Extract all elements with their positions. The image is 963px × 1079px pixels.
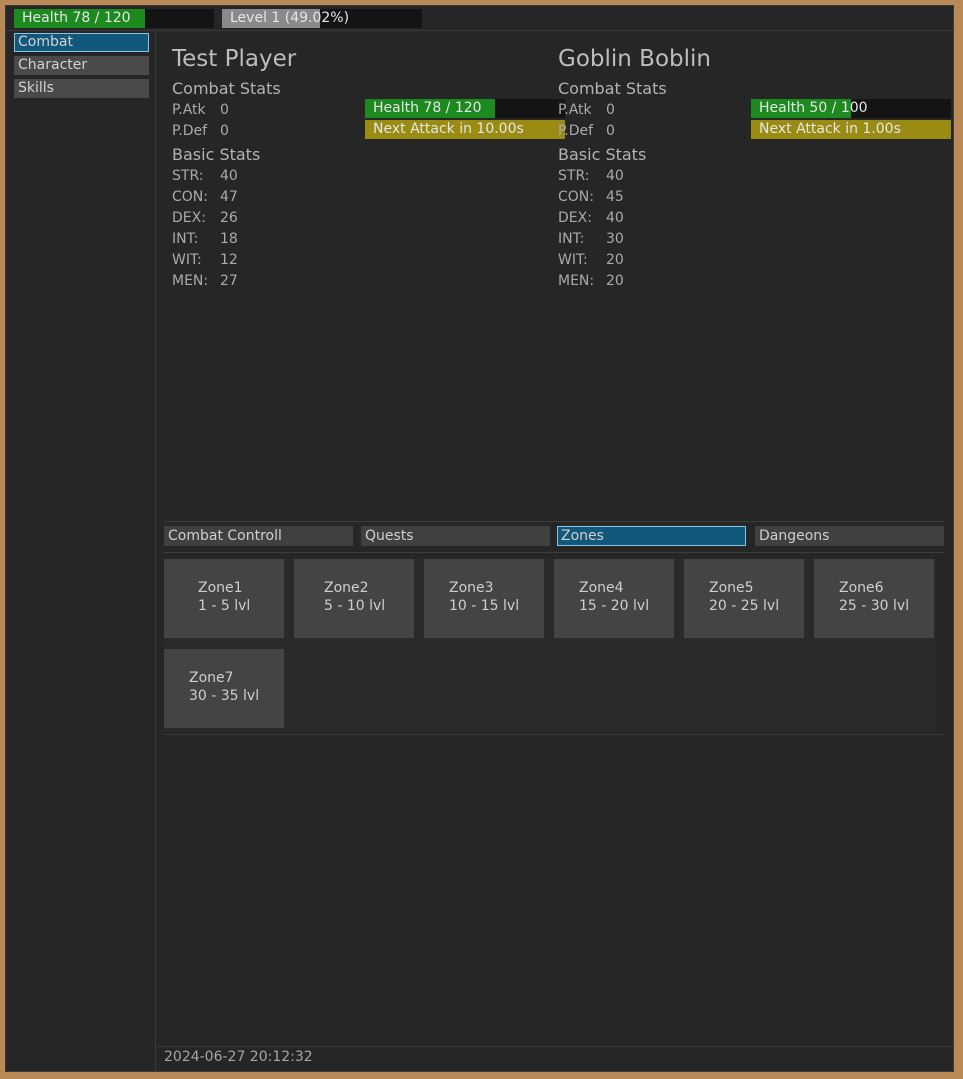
zone-level-range: 25 - 30 lvl: [839, 598, 910, 614]
zone-name: Zone5: [709, 580, 754, 596]
player-stat-label: INT:: [172, 231, 199, 247]
player-patk-value: 0: [220, 102, 229, 118]
zone-button-5[interactable]: Zone5 20 - 25 lvl: [684, 559, 804, 638]
level-progress-bar: Level 1 (49.02%): [222, 9, 422, 28]
timestamp: 2024-06-27 20:12:32: [164, 1049, 313, 1065]
zone-level-range: 30 - 35 lvl: [189, 688, 260, 704]
player-pdef-label: P.Def: [172, 123, 208, 139]
health-bar-label: Health 78 / 120: [373, 100, 482, 116]
tab-zones[interactable]: Zones: [557, 526, 746, 546]
sidebar: Combat Character Skills: [6, 31, 156, 1071]
enemy-attack-timer-bar: Next Attack in 1.00s: [751, 120, 951, 139]
zone-level-range: 15 - 20 lvl: [579, 598, 650, 614]
zone-name: Zone3: [449, 580, 494, 596]
enemy-stat-value: 40: [606, 210, 624, 226]
player-name: Test Player: [172, 46, 297, 72]
enemy-stat-label: INT:: [558, 231, 585, 247]
player-stat-value: 40: [220, 168, 238, 184]
level-bar-label: Level 1 (49.02%): [230, 10, 350, 26]
enemy-patk-value: 0: [606, 102, 615, 118]
enemy-stat-label: WIT:: [558, 252, 588, 268]
player-stat-label: STR:: [172, 168, 204, 184]
game-window: Health 78 / 120 Level 1 (49.02%) Combat …: [5, 5, 954, 1072]
player-basic-stats-title: Basic Stats: [172, 145, 261, 164]
divider: [164, 521, 944, 522]
player-health-bar: Health 78 / 120: [14, 9, 214, 28]
player-combat-stats-title: Combat Stats: [172, 79, 281, 98]
health-bar-label: Health 78 / 120: [22, 10, 131, 26]
enemy-stat-value: 40: [606, 168, 624, 184]
sidebar-item-skills[interactable]: Skills: [14, 79, 149, 98]
enemy-stat-value: 30: [606, 231, 624, 247]
health-bar-label: Health 50 / 100: [759, 100, 868, 116]
player-stat-value: 47: [220, 189, 238, 205]
player-stat-label: DEX:: [172, 210, 206, 226]
player-combat-health-bar: Health 78 / 120: [365, 99, 565, 118]
enemy-patk-label: P.Atk: [558, 102, 592, 118]
zone-name: Zone2: [324, 580, 369, 596]
player-stat-label: WIT:: [172, 252, 202, 268]
zone-level-range: 5 - 10 lvl: [324, 598, 386, 614]
enemy-health-bar: Health 50 / 100: [751, 99, 951, 118]
player-stat-value: 27: [220, 273, 238, 289]
player-stat-value: 18: [220, 231, 238, 247]
zone-button-4[interactable]: Zone4 15 - 20 lvl: [554, 559, 674, 638]
footer-divider: [157, 1046, 953, 1047]
enemy-stat-label: MEN:: [558, 273, 595, 289]
enemy-name: Goblin Boblin: [558, 46, 711, 72]
zone-name: Zone4: [579, 580, 624, 596]
zone-button-1[interactable]: Zone1 1 - 5 lvl: [164, 559, 284, 638]
enemy-pdef-label: P.Def: [558, 123, 594, 139]
enemy-stat-label: CON:: [558, 189, 594, 205]
top-status-bar: Health 78 / 120 Level 1 (49.02%): [6, 6, 953, 31]
attack-bar-label: Next Attack in 10.00s: [373, 121, 524, 137]
tab-dangeons[interactable]: Dangeons: [755, 526, 944, 546]
player-stat-value: 12: [220, 252, 238, 268]
zone-level-range: 10 - 15 lvl: [449, 598, 520, 614]
enemy-combat-stats-title: Combat Stats: [558, 79, 667, 98]
zone-name: Zone6: [839, 580, 884, 596]
sidebar-item-character[interactable]: Character: [14, 56, 149, 75]
sidebar-item-combat[interactable]: Combat: [14, 33, 149, 52]
enemy-stat-value: 20: [606, 273, 624, 289]
tab-combat-controll[interactable]: Combat Controll: [164, 526, 353, 546]
zone-button-6[interactable]: Zone6 25 - 30 lvl: [814, 559, 934, 638]
enemy-stat-label: DEX:: [558, 210, 592, 226]
player-patk-label: P.Atk: [172, 102, 206, 118]
zone-name: Zone7: [189, 670, 234, 686]
enemy-stat-value: 20: [606, 252, 624, 268]
enemy-basic-stats-title: Basic Stats: [558, 145, 647, 164]
enemy-pdef-value: 0: [606, 123, 615, 139]
player-stat-label: MEN:: [172, 273, 209, 289]
enemy-stat-value: 45: [606, 189, 624, 205]
zone-button-3[interactable]: Zone3 10 - 15 lvl: [424, 559, 544, 638]
enemy-stat-label: STR:: [558, 168, 590, 184]
divider: [164, 734, 944, 735]
attack-bar-label: Next Attack in 1.00s: [759, 121, 901, 137]
player-stat-value: 26: [220, 210, 238, 226]
player-stat-label: CON:: [172, 189, 208, 205]
zone-button-7[interactable]: Zone7 30 - 35 lvl: [164, 649, 284, 728]
zone-name: Zone1: [198, 580, 243, 596]
zone-level-range: 1 - 5 lvl: [198, 598, 251, 614]
tab-quests[interactable]: Quests: [361, 526, 550, 546]
divider: [164, 552, 944, 553]
player-pdef-value: 0: [220, 123, 229, 139]
zone-button-2[interactable]: Zone2 5 - 10 lvl: [294, 559, 414, 638]
player-attack-timer-bar: Next Attack in 10.00s: [365, 120, 565, 139]
zone-level-range: 20 - 25 lvl: [709, 598, 780, 614]
